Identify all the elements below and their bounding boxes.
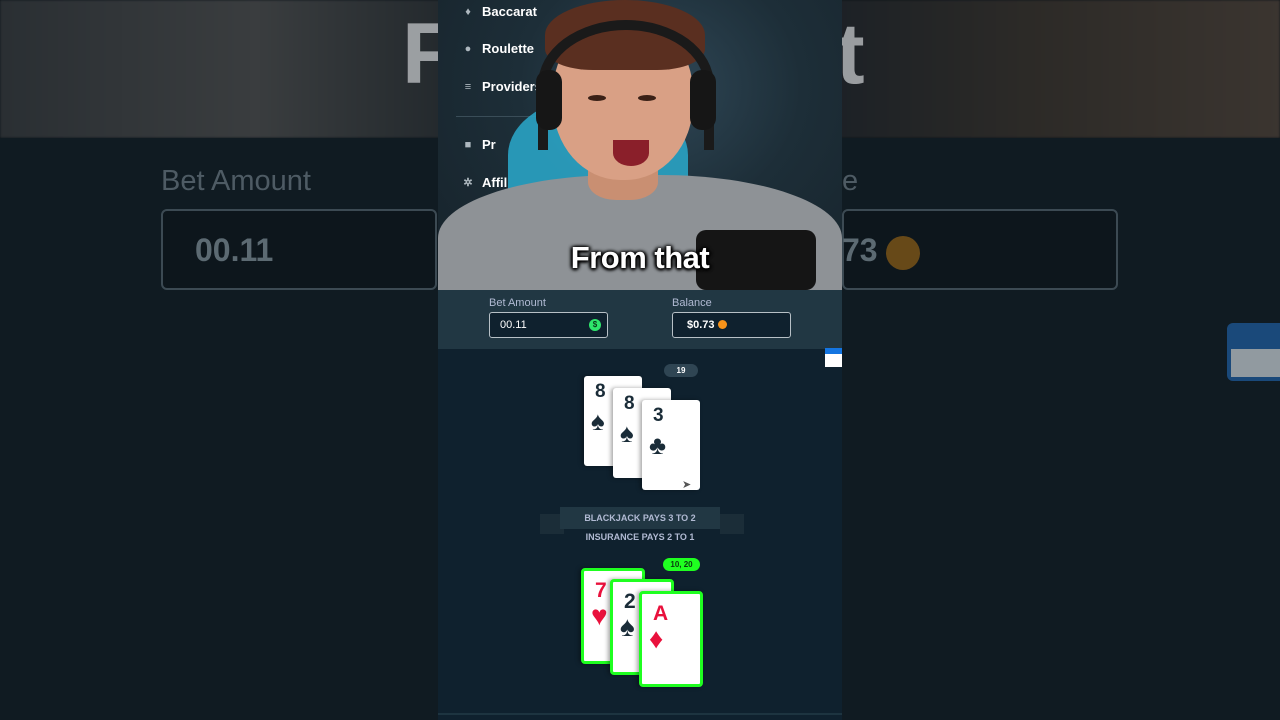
background-balance-field (842, 209, 1118, 290)
balance-field: $0.73 (672, 312, 791, 338)
spade-icon: ♠ (620, 611, 635, 642)
headphones (538, 20, 714, 150)
player-card: A ♦ (639, 591, 703, 687)
gift-icon: ■ (464, 138, 472, 151)
diamond-icon: ♦ (649, 623, 664, 654)
dealer-total-badge: 19 (664, 364, 698, 377)
network-icon: ✲ (463, 176, 473, 189)
bet-amount-input[interactable]: 00.11 $ (489, 312, 608, 338)
sidebar-item-label: Pr (482, 137, 496, 152)
background-coin-icon (886, 236, 920, 270)
mouse-cursor-icon: ➤ (682, 479, 692, 491)
headphone-left-cup (536, 70, 562, 130)
sidebar-item-label: Baccarat (482, 4, 537, 19)
blackjack-payout-banner: BLACKJACK PAYS 3 TO 2 (560, 507, 720, 529)
sidebar-item-providers[interactable]: ≡ Providers (462, 79, 542, 94)
dealer-card: 3 ♣ (642, 400, 700, 490)
phone-frame: ♦ Baccarat ● Roulette ≡ Providers ■ Pr ✲… (438, 0, 842, 720)
spade-icon: ♠ (620, 418, 634, 448)
video-caption: From that (570, 240, 710, 275)
bitcoin-icon (717, 320, 727, 329)
headphone-right-cup (690, 70, 716, 130)
bet-panel: Bet Amount 00.11 $ Balance $0.73 (438, 290, 842, 349)
cards-icon: ♦ (465, 5, 471, 18)
sidebar-item-promotions[interactable]: ■ Pr (462, 137, 496, 152)
background-balance-value: 73 (842, 232, 878, 268)
blackjack-table: 19 8 ♠ 8 ♠ 3 ♣ ➤ BLACKJACK PAYS 3 TO 2 I… (438, 349, 842, 720)
bottom-divider (438, 713, 842, 715)
insurance-payout-text: INSURANCE PAYS 2 TO 1 (585, 532, 695, 542)
webcam-overlay: ♦ Baccarat ● Roulette ≡ Providers ■ Pr ✲… (438, 0, 842, 290)
balance-value: $0.73 (687, 319, 715, 331)
sidebar-item-label: Roulette (482, 41, 534, 56)
stack-icon: ≡ (464, 80, 472, 93)
card-rank: 8 (624, 393, 635, 414)
card-rank: 3 (653, 405, 664, 426)
bet-amount-value: 00.11 (500, 319, 527, 331)
sidebar-item-label: Providers (482, 79, 542, 94)
sidebar-item-affiliate[interactable]: ✲ Affil (462, 175, 507, 190)
spade-icon: ♠ (591, 406, 605, 436)
bet-amount-label: Bet Amount (489, 297, 546, 309)
dollar-coin-icon: $ (589, 319, 601, 331)
sidebar-item-label: Affil (482, 175, 508, 190)
sidebar-item-roulette[interactable]: ● Roulette (462, 41, 534, 56)
sidebar-item-baccarat[interactable]: ♦ Baccarat (462, 4, 537, 19)
background-balance-label: e (842, 165, 859, 197)
background-popout-icon (1227, 323, 1280, 381)
club-icon: ♣ (649, 430, 667, 460)
heart-icon: ♥ (591, 600, 608, 631)
background-bet-value: 00.11 (195, 232, 274, 268)
popout-window-icon[interactable] (825, 348, 842, 367)
roulette-icon: ● (464, 42, 472, 55)
background-bet-label: Bet Amount (161, 165, 311, 197)
player-total-badge: 10, 20 (663, 558, 700, 571)
balance-label: Balance (672, 297, 712, 309)
card-rank: 8 (595, 381, 606, 402)
banner-ribbon-right (720, 514, 744, 534)
